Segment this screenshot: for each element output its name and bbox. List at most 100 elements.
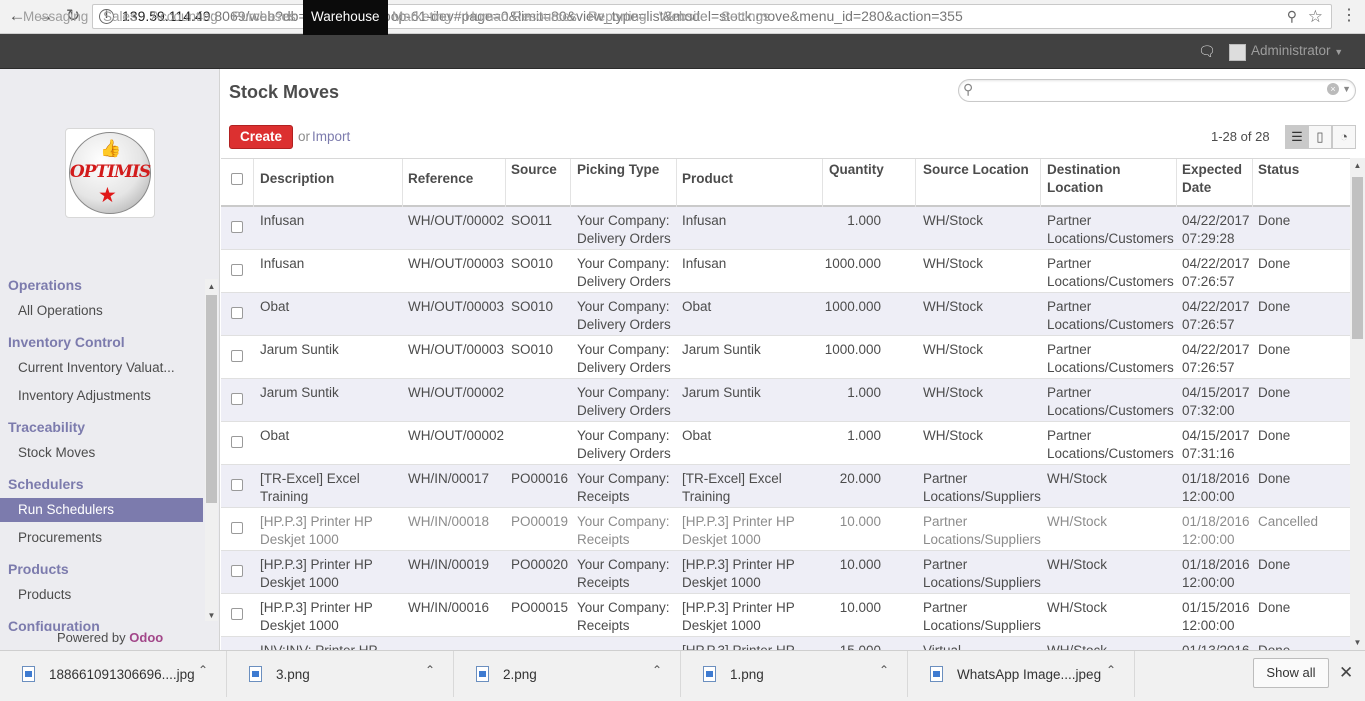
topmenu-human-resources[interactable]: Human Resources: [465, 0, 577, 35]
topmenu-settings[interactable]: Settings: [721, 0, 770, 35]
import-link[interactable]: Import: [312, 129, 350, 144]
sidebar-item-inventory-adjustments[interactable]: Inventory Adjustments: [0, 384, 203, 408]
table-scrollbar[interactable]: ▲ ▼: [1350, 158, 1365, 650]
download-item[interactable]: 2.png ⌃: [454, 651, 681, 697]
show-all-button[interactable]: Show all: [1253, 658, 1329, 688]
column-header-status[interactable]: Status: [1258, 161, 1299, 179]
table-row[interactable]: Infusan WH/OUT/00002 SO011 Your Company: De…: [221, 207, 1350, 250]
table-row[interactable]: [HP.P.3] Printer HP Deskjet 1000 WH/IN/00…: [221, 508, 1350, 551]
cell-status: Done: [1258, 342, 1291, 357]
topmenu-messaging[interactable]: Messaging: [23, 0, 88, 35]
topmenu-sales[interactable]: Sales: [103, 0, 137, 35]
row-checkbox[interactable]: [231, 565, 243, 577]
table-row[interactable]: Obat WH/OUT/00002 Your Company: Delivery O…: [221, 422, 1350, 465]
scroll-up-icon[interactable]: ▲: [205, 282, 218, 291]
cell-source: SO010: [511, 299, 554, 314]
cell-destination-location: Partner Locations/Customers: [1047, 256, 1174, 289]
cell-source-location: Partner Locations/Suppliers: [923, 557, 1041, 590]
sidebar-scrollbar[interactable]: ▲ ▼: [205, 279, 218, 621]
sidebar-item-run-schedulers[interactable]: Run Schedulers: [0, 498, 203, 522]
sidebar-item-stock-moves[interactable]: Stock Moves: [0, 441, 203, 465]
create-button[interactable]: Create: [229, 125, 293, 149]
chevron-up-icon[interactable]: ⌃: [198, 663, 208, 677]
chevron-up-icon[interactable]: ⌃: [879, 663, 889, 677]
graph-view-icon[interactable]: ◔: [1332, 125, 1356, 149]
sidebar-item-current-inventory-valuation[interactable]: Current Inventory Valuat...: [0, 356, 203, 380]
cell-description: Jarum Suntik: [260, 342, 339, 357]
column-header-description[interactable]: Description: [260, 170, 334, 188]
scroll-down-icon[interactable]: ▼: [205, 611, 218, 620]
odoo-link[interactable]: Odoo: [129, 630, 163, 645]
table-row[interactable]: Jarum Suntik WH/OUT/00003 SO010 Your Compan…: [221, 336, 1350, 379]
column-header-expected-date[interactable]: Expected Date: [1182, 161, 1242, 197]
column-header-product[interactable]: Product: [682, 170, 733, 188]
table-row[interactable]: Obat WH/OUT/00003 SO010 Your Company: Deliv…: [221, 293, 1350, 336]
search-options-icon[interactable]: ▼: [1342, 84, 1351, 94]
sidebar-item-procurements[interactable]: Procurements: [0, 526, 203, 550]
chat-icon[interactable]: 🗨: [1198, 43, 1216, 60]
cell-product: [HP.P.3] Printer HP Deskjet 1000: [682, 557, 795, 590]
form-view-icon[interactable]: ▯: [1308, 125, 1332, 149]
sidebar-item-all-operations[interactable]: All Operations: [0, 299, 203, 323]
row-checkbox[interactable]: [231, 608, 243, 620]
table-row[interactable]: Infusan WH/OUT/00003 SO010 Your Company: De…: [221, 250, 1350, 293]
scrollbar-thumb[interactable]: [206, 295, 217, 503]
download-item[interactable]: 188661091306696....jpg ⌃: [0, 651, 227, 697]
row-checkbox[interactable]: [231, 479, 243, 491]
select-all-checkbox[interactable]: [231, 173, 243, 185]
search-input[interactable]: ⚲ × ▼: [958, 79, 1356, 102]
topmenu-warehouse[interactable]: Warehouse: [303, 0, 388, 35]
row-checkbox[interactable]: [231, 522, 243, 534]
table-row[interactable]: INV:INV: Printer HP [HP.P.3] Printer HP15…: [221, 637, 1350, 650]
chevron-up-icon[interactable]: ⌃: [425, 663, 435, 677]
download-item[interactable]: WhatsApp Image....jpeg ⌃: [908, 651, 1135, 697]
row-checkbox[interactable]: [231, 393, 243, 405]
sidebar: 👍 OPTIMIS ★ Operations All Operations In…: [0, 69, 220, 650]
column-header-source[interactable]: Source: [511, 161, 557, 179]
row-checkbox[interactable]: [231, 264, 243, 276]
close-icon[interactable]: ✕: [1339, 663, 1353, 683]
row-checkbox[interactable]: [231, 221, 243, 233]
topmenu-marketing[interactable]: Marketing: [392, 0, 451, 35]
column-header-picking-type[interactable]: Picking Type: [577, 161, 659, 179]
key-icon[interactable]: ⚲: [1287, 5, 1297, 28]
browser-menu-icon[interactable]: ⋮: [1341, 6, 1357, 26]
cell-destination-location: WH/Stock: [1047, 600, 1108, 615]
company-logo[interactable]: 👍 OPTIMIS ★: [65, 128, 155, 218]
list-view-icon[interactable]: ☰: [1285, 125, 1309, 149]
clear-search-icon[interactable]: ×: [1327, 83, 1339, 95]
cell-status: Done: [1258, 385, 1291, 400]
row-checkbox[interactable]: [231, 436, 243, 448]
row-checkbox[interactable]: [231, 350, 243, 362]
download-item[interactable]: 1.png ⌃: [681, 651, 908, 697]
cell-product: Obat: [682, 428, 712, 443]
scrollbar-thumb[interactable]: [1352, 177, 1363, 339]
avatar[interactable]: [1229, 44, 1246, 61]
scroll-up-icon[interactable]: ▲: [1350, 161, 1365, 170]
table-row[interactable]: [TR-Excel] Excel Training WH/IN/00017 PO00…: [221, 465, 1350, 508]
topmenu-reporting[interactable]: Reporting: [588, 0, 647, 35]
column-header-source-location[interactable]: Source Location: [923, 161, 1029, 179]
chevron-up-icon[interactable]: ⌃: [652, 663, 662, 677]
topmenu-accounting[interactable]: Accounting: [151, 0, 218, 35]
cell-status: Done: [1258, 213, 1291, 228]
chevron-up-icon[interactable]: ⌃: [1106, 663, 1116, 677]
column-header-reference[interactable]: Reference: [408, 170, 473, 188]
column-header-quantity[interactable]: Quantity: [829, 161, 919, 179]
cell-quantity: 1000.000: [824, 256, 881, 271]
column-header-destination-location[interactable]: Destination Location: [1047, 161, 1121, 197]
table-row[interactable]: [HP.P.3] Printer HP Deskjet 1000 WH/IN/00…: [221, 551, 1350, 594]
user-menu[interactable]: Administrator ▼: [1251, 34, 1343, 69]
bookmark-star-icon[interactable]: ☆: [1308, 5, 1323, 28]
cell-expected-date: 01/15/2016 12:00:00: [1182, 600, 1250, 633]
table-row[interactable]: [HP.P.3] Printer HP Deskjet 1000 WH/IN/00…: [221, 594, 1350, 637]
sidebar-item-products[interactable]: Products: [0, 583, 203, 607]
topmenu-website[interactable]: Website: [659, 0, 708, 35]
table-row[interactable]: Jarum Suntik WH/OUT/00002 Your Company: De…: [221, 379, 1350, 422]
scroll-down-icon[interactable]: ▼: [1350, 638, 1365, 647]
topmenu-purchases[interactable]: Purchases: [232, 0, 296, 35]
row-checkbox[interactable]: [231, 307, 243, 319]
download-item[interactable]: 3.png ⌃: [227, 651, 454, 697]
pager[interactable]: 1-28 of 28: [1211, 129, 1270, 144]
cell-description: [TR-Excel] Excel Training: [260, 471, 360, 504]
